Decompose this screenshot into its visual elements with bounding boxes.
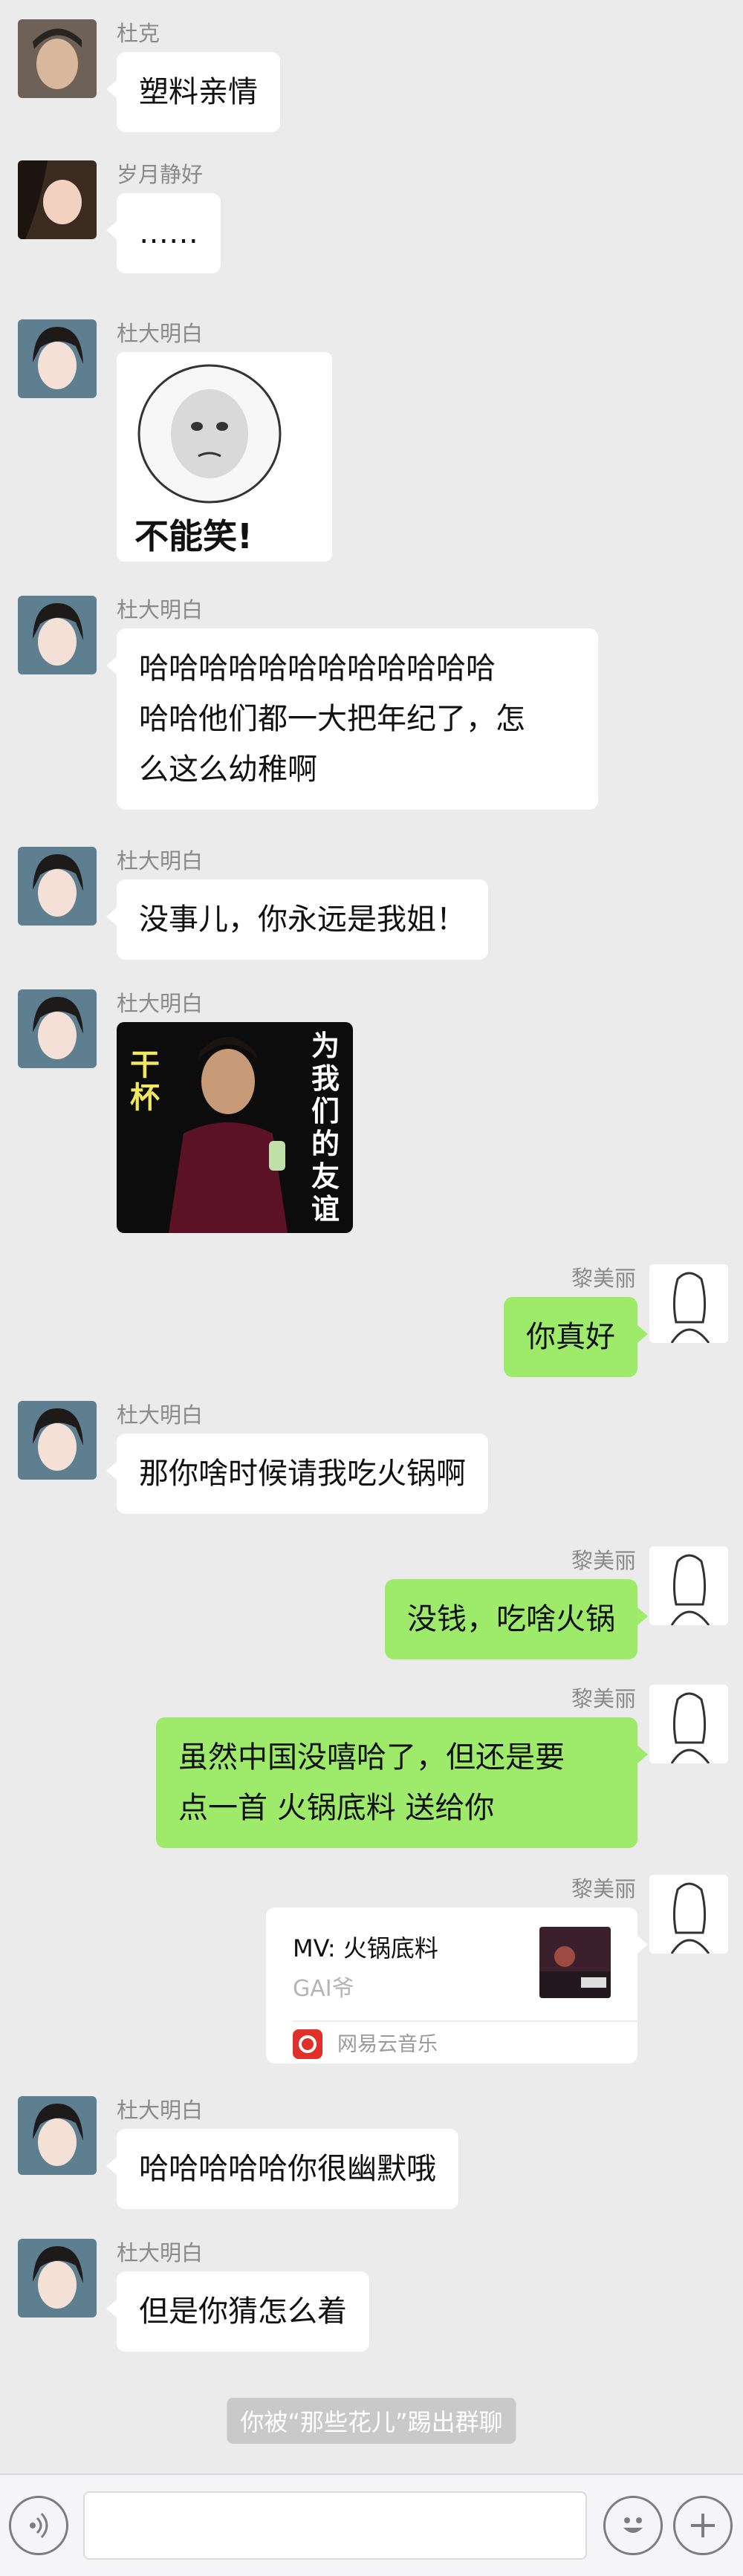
message-bubble[interactable]: 哈哈哈哈哈哈哈哈哈哈哈哈 哈哈他们都一大把年纪了，怎 么这么幼稚啊	[106, 628, 598, 810]
avatar[interactable]	[18, 160, 97, 239]
chat-area[interactable]: 杜克 塑料亲情 岁月静好 …… 杜大明白 不能笑! 杜大明白 哈哈哈哈哈哈哈哈哈…	[0, 0, 743, 2473]
emoji-icon[interactable]	[603, 2496, 663, 2555]
sender-name: 黎美丽	[571, 1548, 636, 1573]
sender-name: 杜大明白	[117, 2240, 204, 2266]
avatar[interactable]	[18, 989, 97, 1068]
avatar[interactable]	[649, 1546, 728, 1625]
sender-name: 杜克	[117, 21, 160, 46]
sender-name: 黎美丽	[571, 1266, 636, 1291]
plus-icon[interactable]	[673, 2496, 733, 2555]
music-title: MV: 火锅底料	[293, 1934, 438, 1962]
avatar[interactable]	[18, 847, 97, 926]
sender-name: 杜大明白	[117, 597, 204, 622]
music-thumbnail	[539, 1927, 611, 1998]
avatar[interactable]	[649, 1685, 728, 1763]
sender-name: 杜大明白	[117, 321, 204, 346]
avatar[interactable]	[18, 19, 97, 98]
message-bubble[interactable]: 没钱，吃啥火锅	[385, 1579, 648, 1659]
avatar[interactable]	[649, 1264, 728, 1343]
message-bubble[interactable]: 没事儿，你永远是我姐！	[106, 879, 488, 960]
sender-name: 杜大明白	[117, 2098, 204, 2123]
sticker-caption-right: 为我们的友谊	[311, 1030, 340, 1226]
message-bubble[interactable]: 塑料亲情	[106, 52, 280, 132]
music-source: 网易云音乐	[337, 2033, 438, 2056]
sticker-image[interactable]: 不能笑!	[117, 352, 332, 562]
message-bubble[interactable]: 哈哈哈哈哈你很幽默哦	[106, 2129, 458, 2209]
sender-name: 杜大明白	[117, 991, 204, 1016]
avatar[interactable]	[18, 596, 97, 674]
sticker-caption-left: 干杯	[130, 1048, 160, 1115]
music-card[interactable]: MV: 火锅底料 GAI爷 网易云音乐	[266, 1907, 648, 2063]
input-bar	[0, 2473, 743, 2576]
sender-name: 岁月静好	[117, 162, 204, 187]
avatar[interactable]	[18, 1401, 97, 1480]
music-artist: GAI爷	[293, 1976, 354, 2002]
sticker-image[interactable]: 干杯 为我们的友谊	[117, 1022, 353, 1233]
avatar[interactable]	[18, 2239, 97, 2318]
sender-name: 黎美丽	[571, 1686, 636, 1711]
message-bubble[interactable]: 虽然中国没嘻哈了，但还是要 点一首 火锅底料 送给你	[156, 1717, 648, 1848]
voice-icon[interactable]	[9, 2496, 68, 2555]
sender-name: 杜大明白	[117, 1402, 204, 1428]
avatar[interactable]	[18, 2096, 97, 2175]
message-bubble[interactable]: 你真好	[504, 1297, 648, 1377]
netease-music-icon	[293, 2029, 322, 2059]
system-notice: 你被“那些花儿”踢出群聊	[227, 2398, 516, 2444]
sender-name: 黎美丽	[571, 1876, 636, 1902]
message-bubble[interactable]: 那你啥时候请我吃火锅啊	[106, 1434, 488, 1514]
sticker-caption: 不能笑!	[134, 516, 253, 556]
message-bubble[interactable]: 但是你猜怎么着	[106, 2271, 369, 2352]
avatar[interactable]	[649, 1875, 728, 1954]
sender-name: 杜大明白	[117, 848, 204, 874]
message-bubble[interactable]: ……	[106, 193, 221, 273]
message-input[interactable]	[83, 2491, 587, 2560]
divider	[293, 2020, 637, 2022]
avatar[interactable]	[18, 319, 97, 398]
